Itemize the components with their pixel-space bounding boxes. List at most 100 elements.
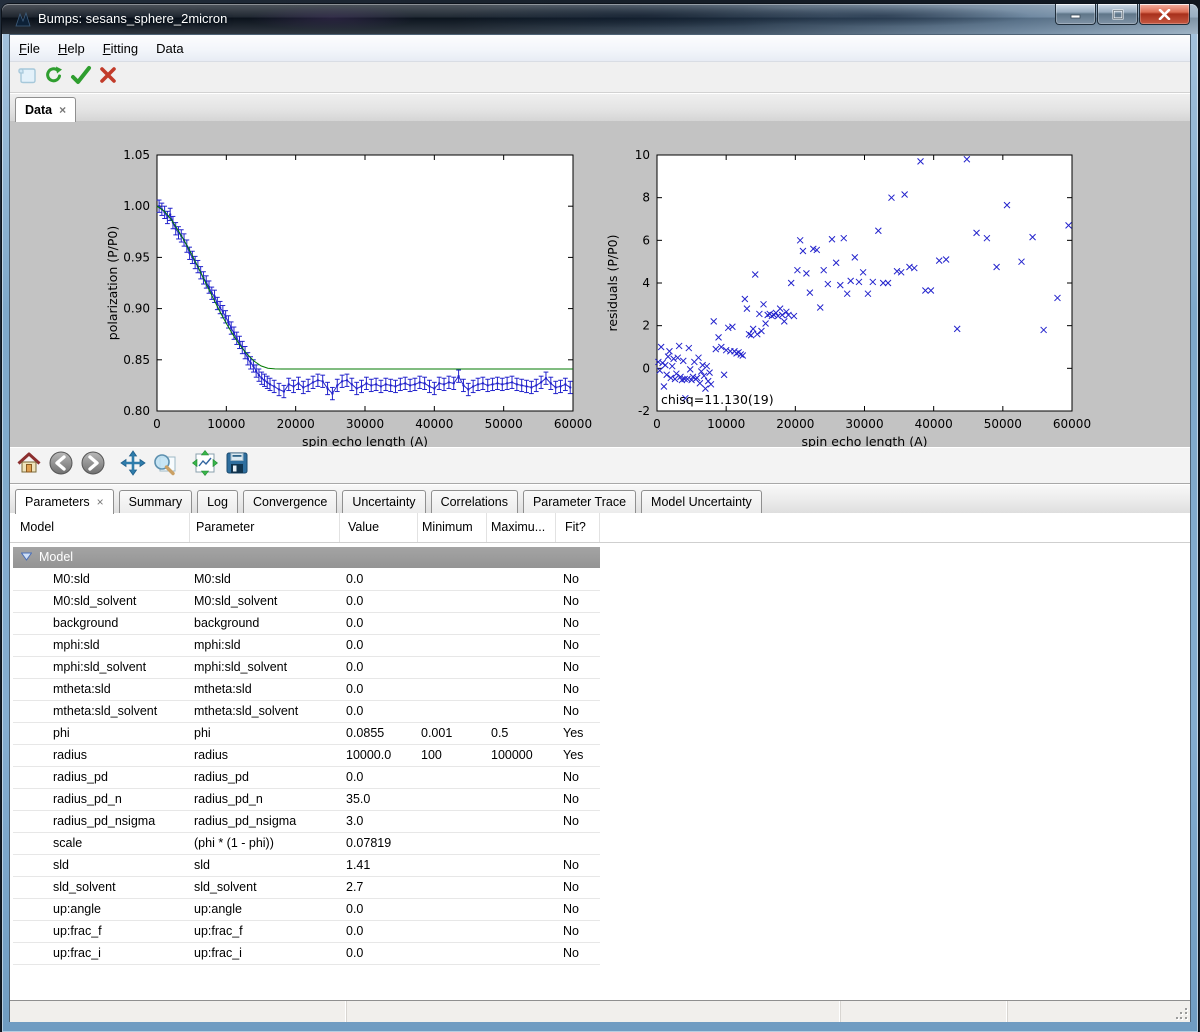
table-row[interactable]: up:frac_fup:frac_f0.0No [13,921,600,943]
cell: 100 [418,745,487,766]
cell: 0.001 [418,723,487,744]
close-button[interactable] [1139,4,1190,25]
cell [487,877,556,898]
table-row[interactable]: M0:sld_solventM0:sld_solvent0.0No [13,591,600,613]
table-row[interactable]: M0:sldM0:sld0.0No [13,569,600,591]
cell [418,899,487,920]
expander-triangle-icon[interactable] [21,547,32,568]
cancel-toolbar-button[interactable] [95,65,121,89]
tab-parameter-trace[interactable]: Parameter Trace [523,490,636,513]
cell: radius_pd_n [13,789,190,810]
table-row[interactable]: phiphi0.08550.0010.5Yes [13,723,600,745]
tab-label: Parameter Trace [533,495,626,509]
refresh-icon [44,65,64,90]
caption-buttons [1054,4,1190,25]
tab-close-icon[interactable]: × [59,105,66,115]
tab-convergence[interactable]: Convergence [243,490,337,513]
column-header-minimum[interactable]: Minimum [418,513,487,542]
menu-item-file[interactable]: File [10,36,49,61]
table-row[interactable]: scale(phi * (1 - phi))0.07819 [13,833,600,855]
table-row[interactable]: up:angleup:angle0.0No [13,899,600,921]
charts-canvas[interactable]: 01000020000300004000050000600000.800.850… [10,121,1190,447]
column-header-model[interactable]: Model [13,513,190,542]
cell: mtheta:sld [190,679,340,700]
status-pane [841,1001,1008,1022]
svg-text:10: 10 [635,148,650,162]
tab-correlations[interactable]: Correlations [431,490,518,513]
doc-tab-data[interactable]: Data× [15,97,76,122]
menu-item-data[interactable]: Data [147,36,192,61]
parameter-table: Model M0:sldM0:sld0.0NoM0:sld_solventM0:… [13,547,600,965]
refresh-toolbar-button[interactable] [41,65,67,89]
plot-save-button[interactable] [222,451,252,481]
svg-text:8: 8 [642,191,650,205]
column-header-value[interactable]: Value [340,513,418,542]
column-header-fit[interactable]: Fit? [556,513,600,542]
cell [487,833,556,854]
plot-pan-button[interactable] [118,451,148,481]
column-header-parameter[interactable]: Parameter [190,513,340,542]
table-row[interactable]: mphi:sldmphi:sld0.0No [13,635,600,657]
cell: Yes [556,723,600,744]
cell: 0.0 [340,657,418,678]
cell: 0.07819 [340,833,418,854]
cell [487,855,556,876]
svg-text:40000: 40000 [915,417,953,431]
plot-subplots-button[interactable] [190,451,220,481]
table-row[interactable]: mtheta:sld_solventmtheta:sld_solvent0.0N… [13,701,600,723]
table-row[interactable]: radiusradius10000.0100100000Yes [13,745,600,767]
tab-log[interactable]: Log [197,490,238,513]
cell: mphi:sld [190,635,340,656]
table-row[interactable]: mtheta:sldmtheta:sld0.0No [13,679,600,701]
cell: phi [13,723,190,744]
resize-grip[interactable] [1176,1008,1188,1020]
cell: 35.0 [340,789,418,810]
table-row[interactable]: sldsld1.41No [13,855,600,877]
cell: No [556,943,600,964]
app-toolbar [10,62,1190,93]
plot-home-button[interactable] [14,451,44,481]
table-row[interactable]: up:frac_iup:frac_i0.0No [13,943,600,965]
svg-text:0: 0 [153,417,161,431]
cell [487,899,556,920]
tab-parameters[interactable]: Parameters× [15,489,114,514]
maximize-button[interactable] [1097,4,1138,25]
plot-panel: 01000020000300004000050000600000.800.850… [10,121,1190,447]
svg-text:0.90: 0.90 [123,302,150,316]
cell: No [556,613,600,634]
accept-toolbar-button[interactable] [68,65,94,89]
table-row[interactable]: sld_solventsld_solvent2.7No [13,877,600,899]
cell: 0.0 [340,613,418,634]
model-group-row[interactable]: Model [13,547,600,568]
script-toolbar-button[interactable] [14,65,40,89]
column-header-maximu[interactable]: Maximu... [487,513,556,542]
cell: sld [190,855,340,876]
tab-label: Convergence [253,495,327,509]
table-row[interactable]: mphi:sld_solventmphi:sld_solvent0.0No [13,657,600,679]
client-area: FileHelpFittingData [9,34,1191,1022]
table-row[interactable]: radius_pd_nsigmaradius_pd_nsigma3.0No [13,811,600,833]
cell: sld_solvent [13,877,190,898]
table-row[interactable]: radius_pd_nradius_pd_n35.0No [13,789,600,811]
tab-close-icon[interactable]: × [97,497,104,507]
table-row[interactable]: backgroundbackground0.0No [13,613,600,635]
title-bar[interactable]: Bumps: sesans_sphere_2micron [2,4,1198,34]
minimize-button[interactable] [1055,4,1096,25]
svg-text:20000: 20000 [776,417,814,431]
plot-zoom-button[interactable] [150,451,180,481]
plot-forward-button[interactable] [78,451,108,481]
cell: 0.0855 [340,723,418,744]
tab-uncertainty[interactable]: Uncertainty [342,490,425,513]
cell [487,591,556,612]
menu-item-help[interactable]: Help [49,36,94,61]
tab-model-uncertainty[interactable]: Model Uncertainty [641,490,762,513]
table-row[interactable]: radius_pdradius_pd0.0No [13,767,600,789]
status-bar [10,1000,1190,1022]
cell: 0.0 [340,569,418,590]
group-label: Model [39,547,73,568]
cell: background [13,613,190,634]
plot-back-button[interactable] [46,451,76,481]
menu-item-fitting[interactable]: Fitting [94,36,147,61]
cell: No [556,569,600,590]
tab-summary[interactable]: Summary [119,490,192,513]
